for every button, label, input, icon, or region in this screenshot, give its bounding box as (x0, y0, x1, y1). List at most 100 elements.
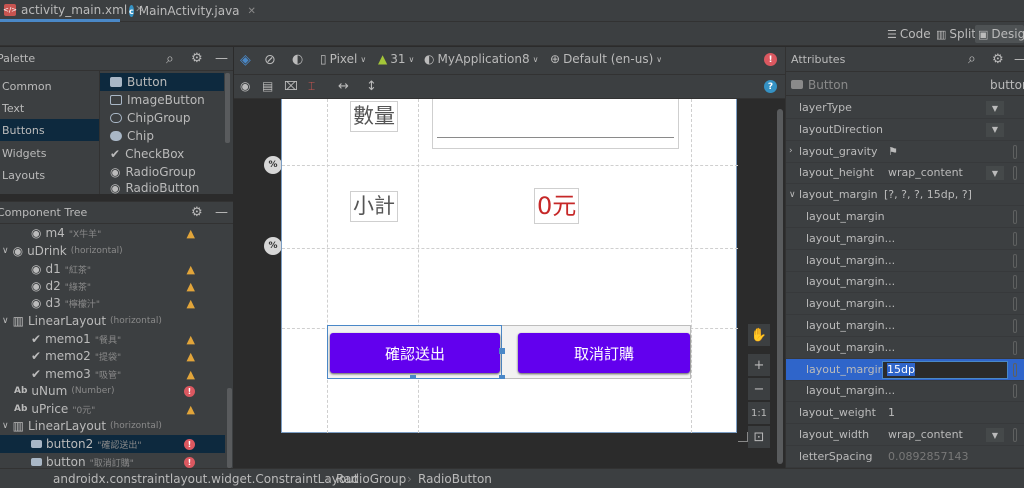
tree-row[interactable]: ◉ d1 "紅茶" ▲ (0, 260, 225, 278)
palette-item-chipgroup[interactable]: ChipGroup (100, 109, 224, 127)
resource-picker-icon[interactable] (1013, 253, 1017, 268)
default-margins-icon[interactable]: ⌶ (308, 79, 315, 94)
zoom-out-button[interactable]: − (748, 378, 770, 400)
zoom-to-fit-icon[interactable]: ⊡ (748, 426, 770, 448)
error-icon[interactable]: ! (184, 438, 195, 450)
attribute-row[interactable]: layout_margin... (786, 293, 1024, 316)
night-mode-icon[interactable]: ◐ (292, 52, 303, 67)
palette-item-checkbox[interactable]: ✔ CheckBox (100, 145, 224, 163)
attribute-value[interactable]: 0.0892857143 (888, 450, 968, 463)
attribute-row[interactable]: layout_margin... 15dp (786, 358, 1024, 381)
attribute-row[interactable]: layout_weight 1 (786, 402, 1024, 425)
tree-row[interactable]: ◉ d2 "綠茶" ▲ (0, 277, 225, 295)
warning-icon[interactable]: ▲ (187, 333, 195, 346)
attribute-row[interactable]: layout_margin... (786, 337, 1024, 359)
error-icon[interactable]: ! (184, 385, 195, 397)
layers-icon[interactable]: ◈ (240, 52, 251, 68)
tree-row[interactable]: Ab uNum (Number)! (0, 382, 225, 400)
margin-value-input[interactable]: 15dp (882, 360, 1008, 379)
tree-row[interactable]: ∨ ▥ LinearLayout (horizontal) (0, 312, 225, 330)
margins-icon[interactable]: ▤ (262, 79, 273, 93)
tree-row[interactable]: ◉ m4 "X牛羊" ▲ (0, 224, 225, 242)
warning-icon[interactable]: ▲ (187, 280, 195, 293)
attribute-value[interactable]: wrap_content (888, 428, 963, 441)
tab-main-activity[interactable]: c MainActivity.java ✕ (125, 0, 256, 22)
attribute-row[interactable]: layoutDirection ▼ (786, 119, 1024, 141)
help-icon[interactable]: ? (764, 80, 777, 93)
attribute-row[interactable]: › layout_gravity ⚑ (786, 141, 1024, 163)
attribute-row[interactable]: layout_margin... (786, 271, 1024, 294)
locale-selector[interactable]: ⊕ Default (en-us) ∨ (550, 52, 662, 66)
warning-icon[interactable]: ▲ (187, 403, 195, 416)
percent-guideline-handle[interactable]: % (264, 156, 282, 174)
search-icon[interactable]: ⌕ (968, 51, 976, 67)
quantity-input[interactable] (432, 99, 679, 149)
quantity-label[interactable]: 數量 (350, 101, 398, 132)
search-icon[interactable]: ⌕ (166, 51, 174, 67)
resize-corner-icon[interactable] (738, 432, 748, 442)
resource-picker-icon[interactable] (1013, 340, 1017, 355)
resize-handle[interactable] (410, 375, 416, 379)
breadcrumb-item[interactable]: RadioGroup (336, 472, 406, 486)
error-icon[interactable]: ! (184, 456, 195, 468)
resource-picker-icon[interactable] (1013, 231, 1017, 246)
dropdown-arrow-icon[interactable]: ▼ (986, 166, 1004, 181)
canvas-scrollbar[interactable] (777, 109, 783, 464)
dropdown-arrow-icon[interactable]: ▼ (986, 101, 1004, 115)
breadcrumb-item[interactable]: androidx.constraintlayout.widget.Constra… (53, 472, 358, 486)
attribute-value[interactable]: wrap_content (888, 166, 963, 179)
autoconnect-off-icon[interactable]: ⌧ (284, 79, 298, 93)
attribute-row[interactable]: layout_margin... (786, 250, 1024, 272)
palette-item-imagebutton[interactable]: ImageButton (100, 91, 224, 109)
attribute-row[interactable]: layout_margin (786, 206, 1024, 228)
tree-row[interactable]: ✔ memo1 "餐具" ▲ (0, 330, 225, 348)
close-icon[interactable]: ✕ (248, 6, 256, 17)
minimize-icon[interactable]: — (215, 205, 228, 220)
attribute-row[interactable]: layout_height wrap_content ▼ (786, 162, 1024, 185)
warning-icon[interactable]: ▲ (187, 263, 195, 276)
warning-icon[interactable]: ▲ (187, 227, 195, 240)
chevron-right-icon[interactable]: › (789, 146, 793, 156)
breadcrumb-item[interactable]: RadioButton (418, 472, 492, 486)
palette-item-chip[interactable]: Chip (100, 127, 224, 145)
tree-row-selected[interactable]: button2 "確認送出"! (0, 435, 225, 453)
resource-picker-icon[interactable] (1013, 144, 1017, 159)
theme-selector[interactable]: ◐ MyApplication8 ∨ (424, 52, 538, 66)
resize-handle[interactable] (499, 348, 505, 354)
resource-picker-icon[interactable] (1013, 275, 1017, 290)
tree-row[interactable]: ✔ memo2 "提袋" ▲ (0, 347, 225, 365)
percent-guideline-handle[interactable]: % (264, 237, 282, 255)
resource-picker-icon[interactable] (1013, 210, 1017, 224)
api-selector[interactable]: ▲ 31 ∨ (378, 52, 414, 66)
price-text[interactable]: 0元 (534, 188, 580, 224)
tree-row[interactable]: ◉ d3 "檸檬汁" ▲ (0, 294, 225, 312)
chevron-down-icon[interactable]: ∨ (789, 190, 796, 200)
split-mode-button[interactable]: ▥ Split (933, 25, 979, 43)
gear-icon[interactable]: ⚙ (191, 205, 203, 220)
gear-icon[interactable]: ⚙ (191, 51, 203, 66)
device-screen-preview[interactable]: 數量 小計 0元 確認送出 取消訂購 (281, 99, 738, 433)
horizontal-expand-icon[interactable]: ↔ (338, 79, 349, 94)
attribute-row[interactable]: layout_margin... (786, 228, 1024, 250)
minimize-icon[interactable]: — (1014, 52, 1024, 67)
palette-item-radiobutton[interactable]: ◉ RadioButton (100, 181, 224, 194)
minimize-icon[interactable]: — (215, 51, 228, 66)
eye-icon[interactable]: ◉ (240, 79, 250, 93)
palette-category-buttons[interactable]: Buttons (0, 119, 100, 141)
resource-picker-icon[interactable] (1013, 297, 1017, 312)
attribute-row[interactable]: ∨ layout_margin [?, ?, ?, 15dp, ?] (786, 184, 1024, 207)
confirm-button[interactable]: 確認送出 (330, 333, 500, 373)
pan-hand-icon[interactable]: ✋ (748, 324, 770, 346)
palette-category-widgets[interactable]: Widgets (0, 142, 100, 164)
warning-icon[interactable]: ▲ (187, 350, 195, 363)
resource-picker-icon[interactable] (1013, 428, 1017, 442)
resource-picker-icon[interactable] (1013, 166, 1017, 181)
design-mode-button[interactable]: ▣Design (975, 25, 1024, 43)
attribute-row[interactable]: layout_width wrap_content ▼ (786, 424, 1024, 446)
resize-handle[interactable] (499, 375, 505, 379)
tree-row[interactable]: ∨ ▥ LinearLayout (horizontal) (0, 417, 225, 435)
tree-row[interactable]: ∨ ◉ uDrink (horizontal) (0, 242, 225, 260)
device-selector[interactable]: ▯ Pixel ∨ (320, 52, 366, 66)
attribute-row[interactable]: layerType ▼ (786, 97, 1024, 119)
dropdown-arrow-icon[interactable]: ▼ (986, 428, 1004, 442)
